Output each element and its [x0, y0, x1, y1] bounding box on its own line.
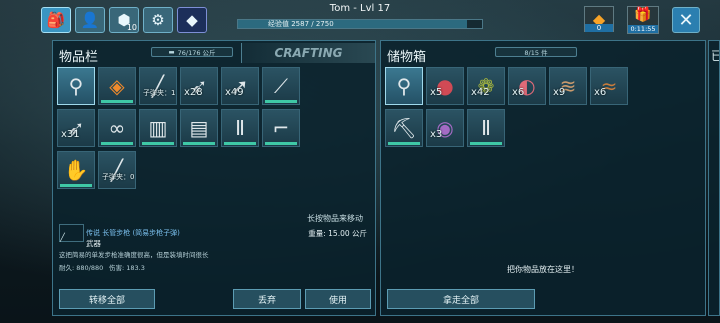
storage-slot[interactable]: ⚲: [385, 67, 423, 105]
selected-item-description: 这把简易的单发步枪准确度很高，但是装填时间很长: [59, 251, 209, 259]
durability-bar: [183, 142, 215, 145]
slot-quantity: 子弹夹：0: [102, 173, 135, 181]
pickaxe-icon: ⛏: [391, 116, 417, 140]
move-hint: 长按物品来移动: [307, 214, 363, 223]
inventory-slot[interactable]: ▤: [180, 109, 218, 147]
durability-bar: [60, 184, 92, 187]
inventory-capacity: ▬ 76/176 公斤: [151, 47, 233, 57]
slot-quantity: x28: [184, 87, 203, 98]
implant-icon: ◈: [109, 74, 125, 98]
durability-bar: [265, 100, 297, 103]
gift-timer: 0:11:55: [628, 25, 658, 33]
drop-button[interactable]: 丢弃: [233, 289, 301, 309]
storage-grid: ⚲ ● x5 ❁ x42 ◐ x6 ≋ x9 ≈ x6 ⛏ ◉ x3 Ⅱ: [385, 67, 701, 157]
selected-item-weight: 重量: 15.00 公斤: [308, 229, 367, 238]
storage-panel: 储物箱 8/15 件 ⚲ ● x5 ❁ x42 ◐ x6 ≋ x9 ≈ x6 ⛏ ◉ x3 Ⅱ 把你物品放在…: [380, 40, 706, 316]
pike-icon: ⟋: [274, 74, 288, 98]
storage-slot[interactable]: ≋ x9: [549, 67, 587, 105]
side-panel-title: 已: [711, 47, 719, 64]
rifle-icon: ╱: [60, 233, 65, 242]
inventory-slot[interactable]: ╱ 子弹夹：0: [98, 151, 136, 189]
boots-icon: ⌐: [272, 116, 290, 140]
inventory-slot[interactable]: ➚ x49: [221, 67, 259, 105]
slot-quantity: x42: [471, 87, 490, 98]
gift-box-icon: 🎁: [634, 7, 652, 23]
armor-shirt-icon: ▥: [148, 116, 168, 140]
search-icon: ⚲: [396, 74, 412, 98]
close-button[interactable]: ✕: [672, 7, 700, 33]
armor-legs-icon: Ⅱ: [235, 116, 245, 140]
weight-icon: ▬: [168, 48, 175, 56]
inventory-slot[interactable]: ◈: [98, 67, 136, 105]
inventory-slot[interactable]: ⟋: [262, 67, 300, 105]
inventory-slot[interactable]: ➶ x31: [57, 109, 95, 147]
inventory-slot[interactable]: ▥: [139, 109, 177, 147]
storage-capacity: 8/15 件: [495, 47, 577, 57]
inventory-slot[interactable]: ✋: [57, 151, 95, 189]
search-icon: ⚲: [68, 74, 84, 98]
xp-bar: 经验值 2587 / 2750: [237, 19, 483, 29]
glasses-icon: ∞: [108, 116, 126, 140]
storage-slot[interactable]: Ⅱ: [467, 109, 505, 147]
take-all-button[interactable]: 拿走全部: [387, 289, 535, 309]
inventory-slot[interactable]: ➶ x28: [180, 67, 218, 105]
selected-item-thumb: ╱: [59, 224, 84, 242]
storage-slot[interactable]: ⛏: [385, 109, 423, 147]
inventory-slot[interactable]: ⌐: [262, 109, 300, 147]
inventory-slot[interactable]: ⚲: [57, 67, 95, 105]
durability-bar: [265, 142, 297, 145]
slot-quantity: x49: [225, 87, 244, 98]
storage-slot[interactable]: ● x5: [426, 67, 464, 105]
engram-badge: 10: [126, 23, 137, 32]
xp-text: 经验值 2587 / 2750: [268, 20, 334, 28]
slot-quantity: x3: [430, 129, 443, 140]
gauntlets-icon: ✋: [63, 158, 89, 182]
chitin-pants-icon: Ⅱ: [481, 116, 491, 140]
slot-quantity: x6: [594, 87, 607, 98]
slot-quantity: x6: [512, 87, 525, 98]
slot-quantity: x5: [430, 87, 443, 98]
inventory-title: 物品栏: [59, 50, 99, 65]
currency-value: 0: [585, 24, 613, 32]
durability-bar: [101, 100, 133, 103]
storage-slot[interactable]: ◉ x3: [426, 109, 464, 147]
inventory-grid: ⚲ ◈ ╱ 子弹夹：1 ➶ x28 ➚ x49 ⟋ ➶ x31 ∞ ▥ ▤ Ⅱ ⌐ ✋ ╱ 子弹夹：0: [57, 67, 373, 197]
storage-slot[interactable]: ❁ x42: [467, 67, 505, 105]
use-button[interactable]: 使用: [305, 289, 371, 309]
inventory-slot[interactable]: Ⅱ: [221, 109, 259, 147]
storage-slot[interactable]: ◐ x6: [508, 67, 546, 105]
slot-quantity: x9: [553, 87, 566, 98]
currency-button[interactable]: ◆ 0: [584, 6, 614, 32]
transfer-all-button[interactable]: 转移全部: [59, 289, 155, 309]
storage-slot[interactable]: ≈ x6: [590, 67, 628, 105]
inventory-panel: 物品栏 ▬ 76/176 公斤 CRAFTING ⚲ ◈ ╱ 子弹夹：1 ➶ x28 ➚ x49…: [52, 40, 376, 316]
durability-bar: [142, 142, 174, 145]
durability-bar: [224, 142, 256, 145]
slot-quantity: x31: [61, 129, 80, 140]
crafting-tab[interactable]: CRAFTING: [241, 43, 375, 63]
durability-bar: [470, 142, 502, 145]
side-panel-edge: 已: [708, 40, 720, 316]
durability-bar: [101, 142, 133, 145]
slot-quantity: 子弹夹：1: [143, 89, 176, 97]
selected-item-durability: 耐久: 880/880: [59, 264, 104, 272]
inventory-slot[interactable]: ╱ 子弹夹：1: [139, 67, 177, 105]
close-icon: ✕: [678, 9, 694, 31]
selected-item-damage: 伤害: 183.3: [109, 264, 145, 272]
armor-pants-icon: ▤: [189, 116, 209, 140]
selected-item-category: 武器: [86, 239, 101, 248]
gift-button[interactable]: 🎁 0:11:55: [627, 6, 659, 34]
inventory-slot[interactable]: ∞: [98, 109, 136, 147]
durability-bar: [388, 142, 420, 145]
storage-title: 储物箱: [387, 50, 427, 65]
storage-empty-hint: 把你物品放在这里！: [507, 265, 579, 274]
selected-item-name: 传说 长管步枪 (简易步枪子弹): [86, 229, 180, 237]
